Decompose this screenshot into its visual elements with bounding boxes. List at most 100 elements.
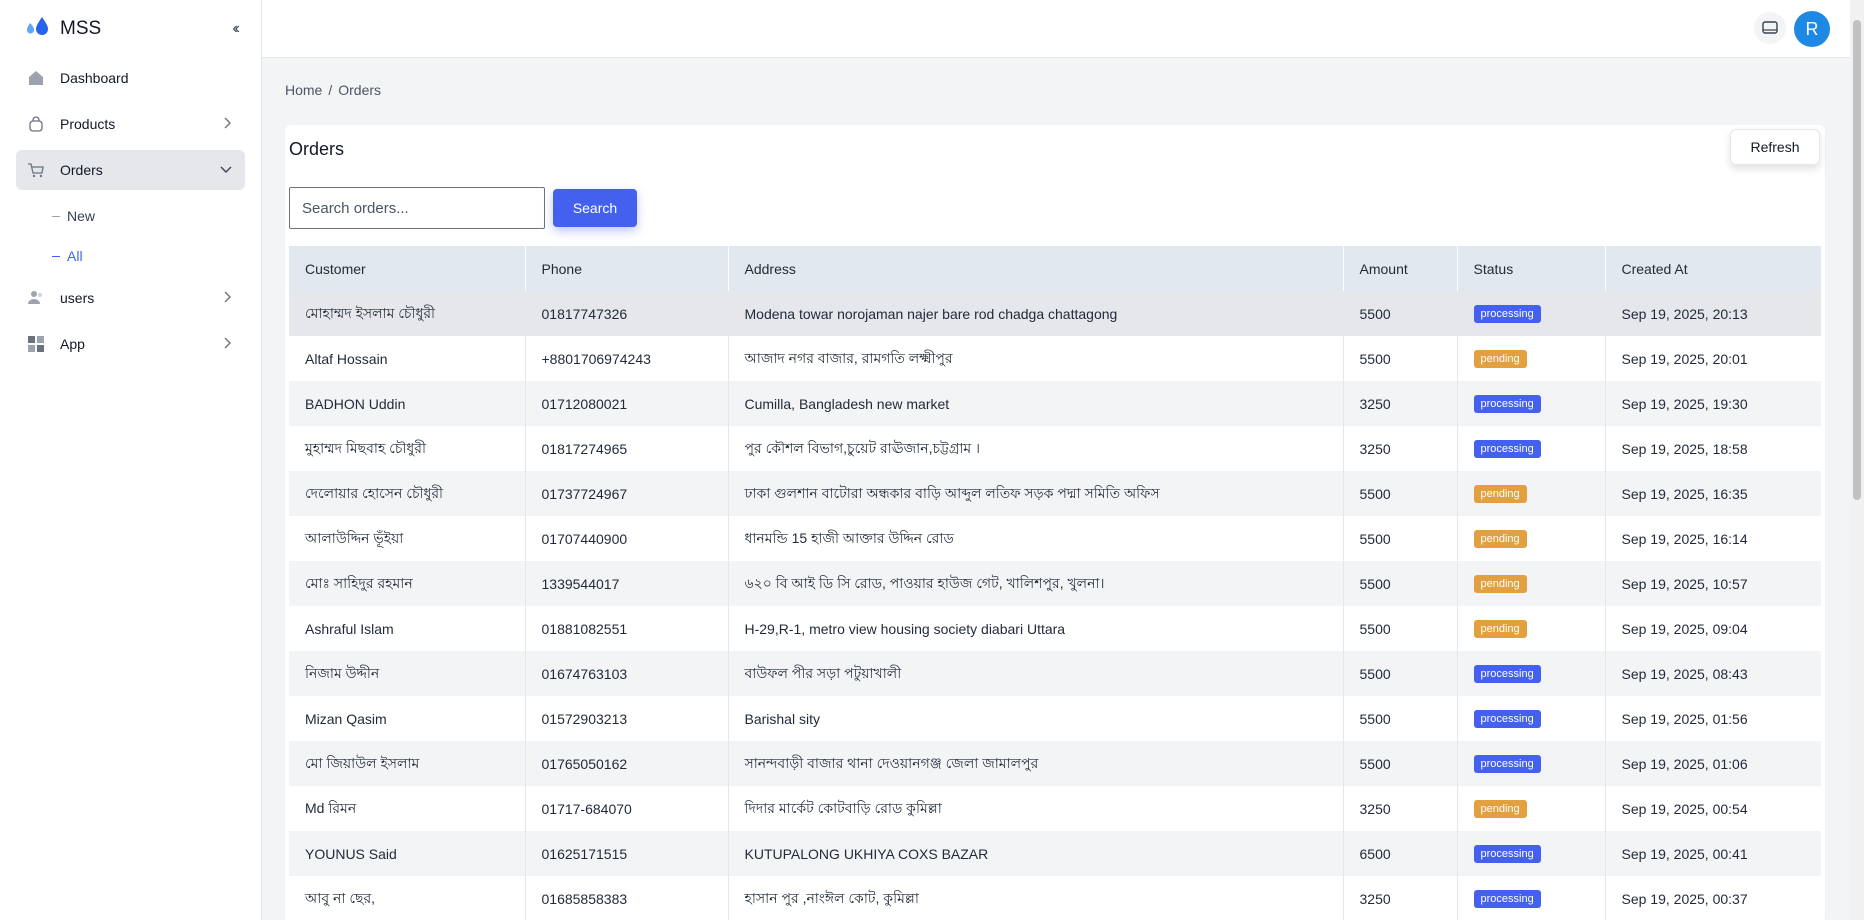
cell-created-at: Sep 19, 2025, 19:30 bbox=[1621, 395, 1748, 412]
cell-phone: 01817747326 bbox=[525, 291, 729, 336]
cell-phone: 01817274965 bbox=[525, 426, 729, 471]
column-header-created-at[interactable]: Created At bbox=[1605, 246, 1821, 291]
home-icon bbox=[26, 68, 46, 88]
cell-address: Cumilla, Bangladesh new market bbox=[728, 381, 1344, 426]
collapse-sidebar-icon[interactable]: ‹‹ bbox=[232, 20, 239, 38]
cell-address: H-29,R-1, metro view housing society dia… bbox=[728, 606, 1344, 651]
breadcrumb-home[interactable]: Home bbox=[285, 82, 322, 98]
cell-amount: 5500 bbox=[1343, 516, 1458, 561]
sidebar-item-label: users bbox=[60, 290, 95, 306]
cell-phone: 01765050162 bbox=[525, 741, 729, 786]
column-header-phone[interactable]: Phone bbox=[525, 246, 729, 291]
cell-address: আজাদ নগর বাজার, রামগতি লক্ষ্মীপুর bbox=[728, 336, 1344, 381]
cell-phone: 01685858383 bbox=[525, 876, 729, 920]
status-badge: pending bbox=[1473, 350, 1527, 368]
cell-status: processing bbox=[1457, 426, 1606, 471]
sidebar-subitem-new[interactable]: New bbox=[16, 196, 245, 236]
cell-customer: Mizan Qasim bbox=[289, 696, 526, 741]
cell-address: Barishal sity bbox=[728, 696, 1344, 741]
top-bar: R bbox=[262, 0, 1864, 58]
cell-amount: 6500 bbox=[1343, 831, 1458, 876]
scrollbar-thumb[interactable] bbox=[1853, 20, 1861, 500]
cell-customer: মুহাম্মদ মিছবাহ চৌধুরী bbox=[289, 426, 526, 471]
table-row[interactable]: BADHON Uddin 01712080021 Cumilla, Banglade… bbox=[289, 381, 1821, 426]
orders-table: Customer Phone Address Amount Status Cre… bbox=[289, 246, 1821, 920]
sidebar-item-label: Dashboard bbox=[60, 70, 129, 86]
cell-created-at: Sep 19, 2025, 20:01 bbox=[1621, 350, 1748, 367]
table-header-row: Customer Phone Address Amount Status Cre… bbox=[289, 246, 1821, 291]
dash-icon bbox=[52, 255, 60, 257]
avatar[interactable]: R bbox=[1794, 11, 1830, 47]
cart-icon bbox=[26, 160, 46, 180]
cell-status: processing bbox=[1457, 831, 1606, 876]
cell-customer: Altaf Hossain bbox=[289, 336, 526, 381]
cell-address: পুর কৌশল বিভাগ,চুয়েট রাঊজান,চট্টগ্রাম । bbox=[728, 426, 1344, 471]
orders-panel: Orders Refresh Search Customer Phone Add… bbox=[285, 125, 1825, 920]
sidebar-subitem-all[interactable]: All bbox=[16, 236, 245, 276]
cell-status: processing bbox=[1457, 381, 1606, 426]
sidebar-item-app[interactable]: App bbox=[16, 324, 245, 364]
table-row[interactable]: YOUNUS Said 01625171515 KUTUPALONG UKHIYA … bbox=[289, 831, 1821, 876]
cell-address: ৬২০ বি আই ডি সি রোড, পাওয়ার হাউজ গেট, খ… bbox=[728, 561, 1344, 606]
cell-phone: +8801706974243 bbox=[525, 336, 729, 381]
sidebar-item-dashboard[interactable]: Dashboard bbox=[16, 58, 245, 98]
status-badge: pending bbox=[1473, 575, 1527, 593]
page-scrollbar[interactable] bbox=[1850, 0, 1864, 920]
cell-address: বাউফল পীর সড়া পটুয়াখালী bbox=[728, 651, 1344, 696]
sidebar-item-orders[interactable]: Orders bbox=[16, 150, 245, 190]
cell-address: হাসান পুর ,নাংঈল কোট, কুমিল্লা bbox=[728, 876, 1344, 920]
breadcrumb: Home / Orders bbox=[285, 82, 381, 98]
table-row[interactable]: মোঃ সাহিদুর রহমান 1339544017 ৬২০ বি আই ডি … bbox=[289, 561, 1821, 606]
table-row[interactable]: মুহাম্মদ মিছবাহ চৌধুরী 01817274965 পুর কৌশ… bbox=[289, 426, 1821, 471]
chevron-right-icon bbox=[221, 116, 233, 133]
message-icon[interactable] bbox=[1754, 12, 1786, 44]
table-row[interactable]: নিজাম উদ্দীন 01674763103 বাউফল পীর সড়া পট… bbox=[289, 651, 1821, 696]
column-header-address[interactable]: Address bbox=[728, 246, 1344, 291]
sidebar-item-products[interactable]: Products bbox=[16, 104, 245, 144]
table-row[interactable]: Mizan Qasim 01572903213 Barishal sity 5500 p… bbox=[289, 696, 1821, 741]
sidebar: MSS ‹‹ Dashboard Products Orders New All… bbox=[0, 0, 262, 920]
status-badge: processing bbox=[1473, 305, 1541, 323]
status-badge: processing bbox=[1473, 395, 1541, 413]
cell-customer: BADHON Uddin bbox=[289, 381, 526, 426]
status-badge: processing bbox=[1473, 710, 1541, 728]
cell-phone: 01712080021 bbox=[525, 381, 729, 426]
column-header-status[interactable]: Status bbox=[1457, 246, 1606, 291]
status-badge: processing bbox=[1473, 665, 1541, 683]
cell-amount: 5500 bbox=[1343, 561, 1458, 606]
users-icon bbox=[26, 288, 46, 308]
cell-phone: 01625171515 bbox=[525, 831, 729, 876]
cell-customer: নিজাম উদ্দীন bbox=[289, 651, 526, 696]
cell-amount: 3250 bbox=[1343, 786, 1458, 831]
table-row[interactable]: আবু না ছের, 01685858383 হাসান পুর ,নাংঈল ক… bbox=[289, 876, 1821, 920]
cell-created-at: Sep 19, 2025, 09:04 bbox=[1621, 620, 1748, 637]
cell-status: pending bbox=[1457, 786, 1606, 831]
cell-phone: 1339544017 bbox=[525, 561, 729, 606]
cell-status: pending bbox=[1457, 336, 1606, 381]
table-row[interactable]: Ashraful Islam 01881082551 H-29,R-1, metro… bbox=[289, 606, 1821, 651]
search-input[interactable] bbox=[289, 187, 545, 229]
column-header-amount[interactable]: Amount bbox=[1343, 246, 1458, 291]
cell-amount: 5500 bbox=[1343, 471, 1458, 516]
cell-created-at: Sep 19, 2025, 16:14 bbox=[1621, 530, 1748, 547]
cell-created-at: Sep 19, 2025, 00:41 bbox=[1621, 845, 1748, 862]
search-button[interactable]: Search bbox=[553, 189, 637, 227]
cell-amount: 5500 bbox=[1343, 336, 1458, 381]
cell-created-at: Sep 19, 2025, 10:57 bbox=[1621, 575, 1748, 592]
cell-status: pending bbox=[1457, 561, 1606, 606]
table-row[interactable]: মোহাম্মদ ইসলাম চৌধুরী 01817747326 Modena t… bbox=[289, 291, 1821, 336]
cell-created-at: Sep 19, 2025, 01:56 bbox=[1621, 710, 1748, 727]
table-row[interactable]: মো জিয়াউল ইসলাম 01765050162 সানন্দবাড়ী ব… bbox=[289, 741, 1821, 786]
column-header-customer[interactable]: Customer bbox=[289, 246, 526, 291]
table-row[interactable]: আলাউদ্দিন ভূঁইয়া 01707440900 ধানমন্ডি 15 … bbox=[289, 516, 1821, 561]
refresh-button[interactable]: Refresh bbox=[1730, 129, 1820, 165]
cell-created-at: Sep 19, 2025, 00:37 bbox=[1621, 890, 1748, 907]
chevron-down-icon bbox=[219, 162, 233, 179]
table-row[interactable]: Altaf Hossain +8801706974243 আজাদ নগর বাজা… bbox=[289, 336, 1821, 381]
table-row[interactable]: Md রিমন 01717-684070 দিদার মার্কেট কোটবাড়… bbox=[289, 786, 1821, 831]
table-row[interactable]: দেলোয়ার হোসেন চৌধুরী 01737724967 ঢাকা গুল… bbox=[289, 471, 1821, 516]
cell-address: KUTUPALONG UKHIYA COXS BAZAR bbox=[728, 831, 1344, 876]
sidebar-nav: Dashboard Products Orders New All users … bbox=[0, 58, 261, 364]
cell-status: processing bbox=[1457, 876, 1606, 920]
sidebar-item-users[interactable]: users bbox=[16, 278, 245, 318]
